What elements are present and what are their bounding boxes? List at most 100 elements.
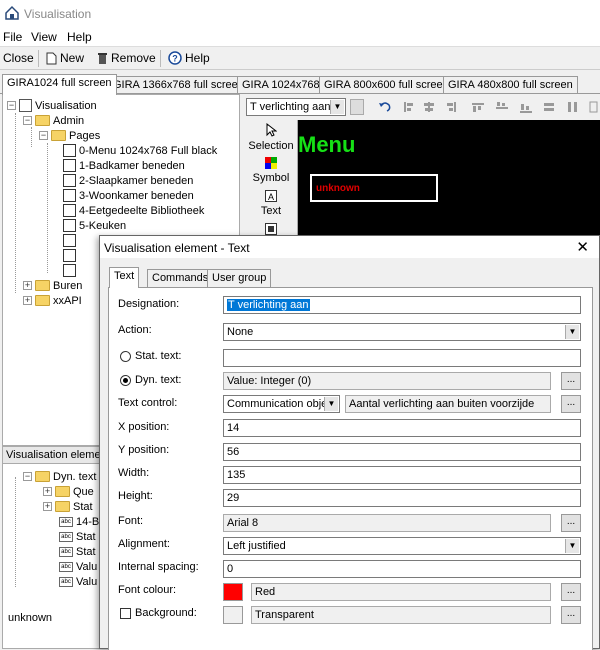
collapse-icon[interactable]: − bbox=[39, 131, 48, 140]
chevron-down-icon[interactable]: ▼ bbox=[565, 325, 579, 339]
palette-symbol[interactable]: Symbol bbox=[244, 157, 298, 184]
width-label: Width: bbox=[118, 467, 150, 479]
collapse-icon[interactable]: − bbox=[23, 116, 32, 125]
svg-text:?: ? bbox=[172, 54, 178, 64]
background-checkbox[interactable] bbox=[120, 608, 131, 619]
tab-user-group[interactable]: User group bbox=[207, 269, 272, 287]
dialog-text-panel: Designation: T verlichting aan Action: N… bbox=[108, 287, 593, 650]
chevron-down-icon[interactable]: ▼ bbox=[324, 397, 338, 411]
height-field[interactable]: 29 bbox=[223, 489, 581, 507]
tree-node-dyn-text[interactable]: − Dyn. text bbox=[23, 469, 96, 484]
list-item[interactable]: abc Stat bbox=[59, 544, 96, 559]
font-browse-button[interactable]: ... bbox=[561, 514, 581, 532]
remove-button[interactable]: Remove bbox=[97, 51, 156, 65]
collapse-icon[interactable]: − bbox=[7, 101, 16, 110]
tree-page-item[interactable]: 3-Woonkamer beneden bbox=[63, 188, 194, 203]
action-select[interactable]: None ▼ bbox=[223, 323, 581, 341]
background-browse-button[interactable]: ... bbox=[561, 606, 581, 624]
width-field[interactable]: 135 bbox=[223, 466, 581, 484]
chevron-down-icon[interactable]: ▼ bbox=[565, 539, 579, 553]
text-element-icon: abc bbox=[59, 546, 73, 557]
font-colour-swatch[interactable] bbox=[223, 583, 243, 601]
tree-page-item[interactable] bbox=[63, 263, 79, 278]
tree-node-xxapi[interactable]: + xxAPI bbox=[23, 293, 82, 308]
list-item[interactable]: abc Valu bbox=[59, 574, 97, 589]
tree-page-item[interactable]: 0-Menu 1024x768 Full black bbox=[63, 143, 217, 158]
help-button[interactable]: ? Help bbox=[168, 51, 210, 65]
expand-icon[interactable]: + bbox=[43, 502, 52, 511]
text-element-icon: abc bbox=[59, 561, 73, 572]
y-position-field[interactable]: 56 bbox=[223, 443, 581, 461]
toolbar-separator bbox=[160, 50, 161, 67]
tab-gira-800[interactable]: GIRA 800x600 full screen bbox=[319, 76, 454, 94]
main-toolbar: Close New Remove ? Help bbox=[0, 46, 600, 70]
expand-icon[interactable]: + bbox=[23, 281, 32, 290]
menu-file[interactable]: File bbox=[3, 30, 22, 44]
tab-gira-1024[interactable]: GIRA 1024x768 bbox=[237, 76, 325, 94]
list-item[interactable]: + Que bbox=[43, 484, 94, 499]
designation-field[interactable]: T verlichting aan bbox=[223, 296, 581, 314]
tree-page-item[interactable] bbox=[63, 248, 79, 263]
text-element-icon: abc bbox=[59, 576, 73, 587]
dialog-titlebar: Visualisation element - Text ✕ bbox=[100, 236, 599, 258]
list-item[interactable]: abc 14-B bbox=[59, 514, 99, 529]
tab-gira-1366[interactable]: GIRA 1366x768 full screen bbox=[108, 76, 249, 94]
font-colour-label: Font colour: bbox=[118, 584, 177, 596]
new-button[interactable]: New bbox=[46, 51, 84, 65]
tab-text[interactable]: Text bbox=[109, 267, 140, 288]
canvas-menu-title[interactable]: Menu bbox=[298, 132, 355, 158]
internal-spacing-field[interactable]: 0 bbox=[223, 560, 581, 578]
text-control-browse-button[interactable]: ... bbox=[561, 395, 581, 413]
dyn-text-browse-button[interactable]: ... bbox=[561, 372, 581, 390]
tree-page-item[interactable]: 4-Eetgedeelte Bibliotheek bbox=[63, 203, 204, 218]
list-item[interactable]: abc Valu bbox=[59, 559, 97, 574]
tree-page-item[interactable]: 1-Badkamer beneden bbox=[63, 158, 185, 173]
menu-help[interactable]: Help bbox=[67, 30, 92, 44]
dyn-text-radio[interactable] bbox=[120, 375, 131, 386]
list-item[interactable]: + Stat bbox=[43, 499, 93, 514]
tree-page-item[interactable]: 2-Slaapkamer beneden bbox=[63, 173, 193, 188]
x-position-field[interactable]: 14 bbox=[223, 419, 581, 437]
tree-node-pages[interactable]: − Pages bbox=[39, 128, 100, 143]
close-button[interactable]: Close bbox=[3, 51, 34, 65]
palette-selection[interactable]: Selection bbox=[244, 122, 298, 152]
text-control-type-select[interactable]: Communication object ▼ bbox=[223, 395, 340, 413]
tree-line bbox=[15, 113, 16, 293]
close-icon[interactable]: ✕ bbox=[576, 238, 589, 256]
dyn-text-field: Value: Integer (0) bbox=[223, 372, 551, 390]
tree-page-item[interactable] bbox=[63, 233, 79, 248]
font-colour-browse-button[interactable]: ... bbox=[561, 583, 581, 601]
window-title: Visualisation bbox=[24, 7, 92, 21]
alignment-tools-icons[interactable] bbox=[398, 99, 598, 115]
expand-icon[interactable]: + bbox=[43, 487, 52, 496]
collapse-icon[interactable]: − bbox=[23, 472, 32, 481]
list-item[interactable]: abc Stat bbox=[59, 529, 96, 544]
page-icon bbox=[63, 159, 76, 172]
tab-gira1024-full[interactable]: GIRA1024 full screen bbox=[2, 74, 117, 95]
stat-text-radio[interactable] bbox=[120, 351, 131, 362]
visualisation-canvas[interactable]: Menu unknown bbox=[298, 120, 600, 240]
chevron-down-icon[interactable]: ▼ bbox=[330, 100, 344, 114]
undo-icon[interactable] bbox=[378, 100, 392, 114]
tree-page-item[interactable]: 5-Keuken bbox=[63, 218, 126, 233]
element-select[interactable]: T verlichting aan ▼ bbox=[246, 98, 346, 116]
tree-node-visualisation[interactable]: − Visualisation bbox=[7, 98, 97, 113]
tab-commands[interactable]: Commands bbox=[147, 269, 214, 287]
element-list-icon[interactable] bbox=[350, 99, 364, 115]
alignment-select[interactable]: Left justified ▼ bbox=[223, 537, 581, 555]
font-colour-field: Red bbox=[251, 583, 551, 601]
menu-view[interactable]: View bbox=[31, 30, 57, 44]
tree-node-admin[interactable]: − Admin bbox=[23, 113, 84, 128]
visualisation-app-icon bbox=[5, 5, 19, 20]
palette-text[interactable]: A Text bbox=[244, 190, 298, 217]
tab-gira-480[interactable]: GIRA 480x800 full screen bbox=[443, 76, 578, 94]
stat-text-field[interactable] bbox=[223, 349, 581, 367]
visualisation-icon bbox=[19, 99, 32, 112]
symbol-palette-icon bbox=[265, 157, 277, 169]
folder-icon bbox=[35, 295, 50, 306]
lower-pane-status: unknown bbox=[8, 612, 53, 624]
expand-icon[interactable]: + bbox=[23, 296, 32, 305]
tree-node-buren[interactable]: + Buren bbox=[23, 278, 82, 293]
page-icon bbox=[63, 264, 76, 277]
canvas-text-element[interactable]: unknown bbox=[310, 174, 438, 202]
